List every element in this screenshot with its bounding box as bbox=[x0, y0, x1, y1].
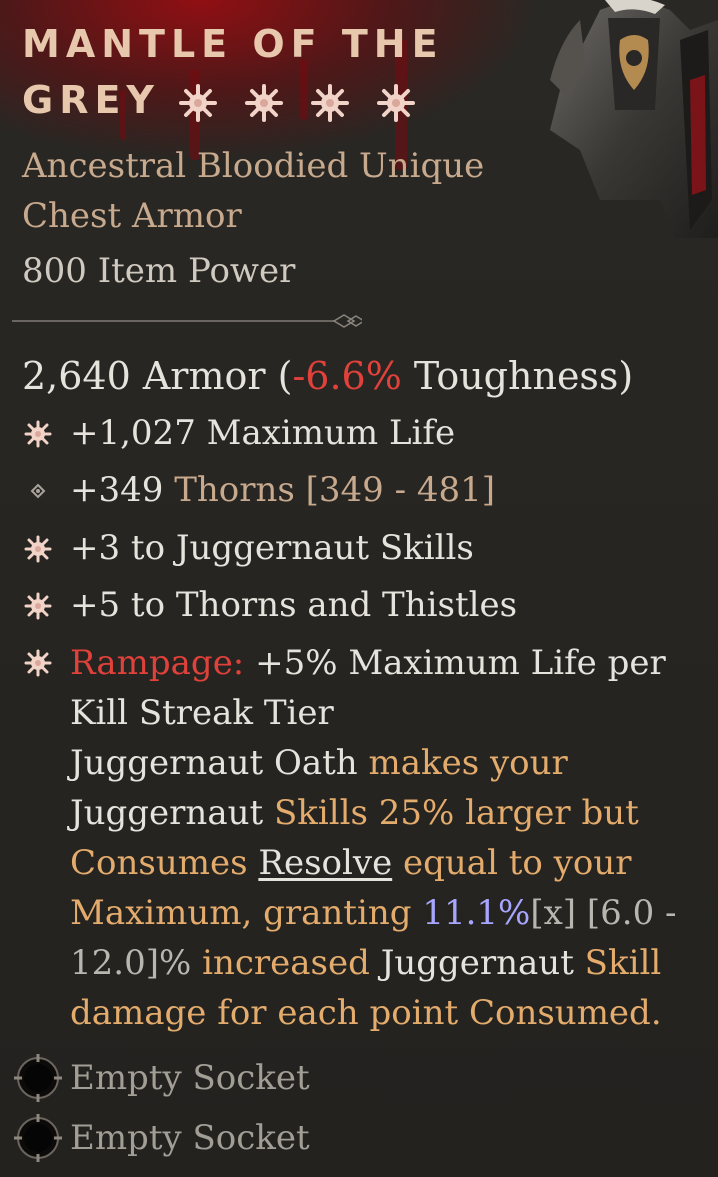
chest-armor-icon bbox=[550, 0, 718, 238]
rampage-name: Rampage: bbox=[70, 643, 245, 683]
thorns-range: [349 - 481] bbox=[294, 470, 496, 510]
item-type: Chest Armor bbox=[22, 196, 242, 236]
socket-label: Empty Socket bbox=[70, 1118, 310, 1158]
rank-star-icon bbox=[376, 83, 415, 122]
rampage-text: +5% Maximum Life per bbox=[244, 643, 666, 683]
item-title: Mantle of the Grey bbox=[22, 16, 542, 128]
skill-name: Juggernaut Oath bbox=[70, 743, 358, 783]
affix-row: +3 to Juggernaut Skills bbox=[0, 523, 718, 573]
unique-line-3: Consumes Resolve equal to your bbox=[70, 838, 690, 888]
unique-text: Skills 25% larger but bbox=[263, 793, 639, 833]
unique-power-text: Rampage: +5% Maximum Life per Kill Strea… bbox=[70, 638, 690, 1038]
greater-affix-star-icon bbox=[24, 649, 52, 677]
roll-range: 12.0]% bbox=[70, 943, 192, 983]
rarity-line: Ancestral Bloodied Unique bbox=[22, 146, 485, 186]
affix-row: +5 to Thorns and Thistles bbox=[0, 580, 718, 630]
socket-row: Empty Socket bbox=[12, 1112, 412, 1164]
unique-line-4: Maximum, granting 11.1%[x] [6.0 - bbox=[70, 888, 690, 938]
rank-star-icon bbox=[310, 83, 349, 122]
greater-affix-star-icon bbox=[24, 420, 52, 448]
unique-line-5: 12.0]% increased Juggernaut Skill bbox=[70, 938, 690, 988]
empty-socket-icon bbox=[14, 1054, 62, 1102]
skill-name: Juggernaut bbox=[70, 793, 264, 833]
rank-star-icon bbox=[244, 83, 283, 122]
rank-stars bbox=[178, 83, 416, 123]
unique-text: Consumes bbox=[70, 843, 259, 883]
rampage-line-1: Rampage: +5% Maximum Life per bbox=[70, 638, 690, 688]
socket-row: Empty Socket bbox=[12, 1052, 412, 1104]
thorns-value: +349 bbox=[70, 470, 164, 510]
toughness-change: -6.6% bbox=[292, 354, 402, 398]
item-power: 800 Item Power bbox=[22, 251, 296, 291]
roll-value: 11.1% bbox=[422, 893, 531, 933]
affix-row: +349 Thorns [349 - 481] bbox=[0, 465, 718, 515]
affix-text: +349 Thorns [349 - 481] bbox=[70, 465, 495, 515]
affix-row: +1,027 Maximum Life bbox=[0, 408, 718, 458]
unique-text: increased bbox=[191, 943, 381, 983]
unique-line-1: Juggernaut Oath makes your bbox=[70, 738, 690, 788]
unique-text: Skill bbox=[573, 943, 662, 983]
rank-star-icon bbox=[178, 83, 217, 122]
greater-affix-star-icon bbox=[24, 535, 52, 563]
resolve-keyword-link[interactable]: Resolve bbox=[258, 843, 392, 883]
multiplier-tag: [x] bbox=[530, 893, 577, 933]
unique-line-6: damage for each point Consumed. bbox=[70, 993, 662, 1033]
unique-text: equal to your bbox=[392, 843, 632, 883]
diamond-bullet-icon bbox=[30, 483, 46, 499]
greater-affix-star-icon bbox=[24, 592, 52, 620]
empty-socket-icon bbox=[14, 1114, 62, 1162]
armor-amount: 2,640 Armor ( bbox=[22, 354, 293, 398]
roll-range: [6.0 - bbox=[576, 893, 677, 933]
unique-line-2: Juggernaut Skills 25% larger but bbox=[70, 788, 690, 838]
armor-value: 2,640 Armor (-6.6% Toughness) bbox=[22, 350, 633, 402]
divider bbox=[12, 314, 362, 328]
unique-text: makes your bbox=[357, 743, 568, 783]
affix-text: +3 to Juggernaut Skills bbox=[70, 528, 474, 568]
toughness-label: Toughness) bbox=[401, 354, 634, 398]
item-tooltip: Mantle of the Grey Ancestral Bloodied Un… bbox=[0, 0, 718, 1177]
skill-name: Juggernaut bbox=[380, 943, 574, 983]
socket-label: Empty Socket bbox=[70, 1058, 310, 1098]
affix-text: +5 to Thorns and Thistles bbox=[70, 585, 518, 625]
unique-text: Maximum, granting bbox=[70, 893, 423, 933]
affix-text: +1,027 Maximum Life bbox=[70, 413, 456, 453]
rampage-line-2: Kill Streak Tier bbox=[70, 693, 334, 733]
thorns-name: Thorns bbox=[163, 470, 295, 510]
